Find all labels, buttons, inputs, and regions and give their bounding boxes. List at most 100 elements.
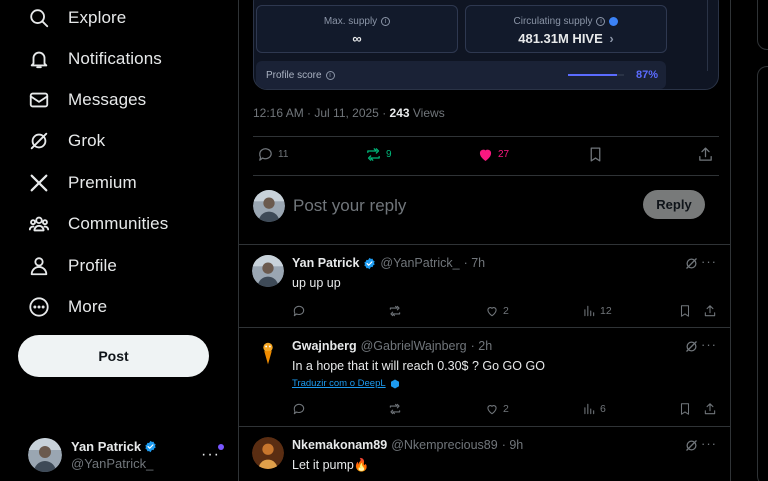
reply-composer: Post your reply Reply [253, 184, 719, 228]
timestamp[interactable]: · 9h [502, 438, 524, 452]
handle[interactable]: @Nkemprecious89 [391, 438, 497, 452]
timestamp[interactable]: · 7h [464, 256, 486, 270]
reply-input[interactable]: Post your reply [293, 196, 406, 216]
circulating-supply-box[interactable]: Circulating supply i 481.31M HIVE › [465, 5, 667, 53]
tweet-action-bar: 11 9 27 [253, 140, 719, 172]
share-action[interactable] [703, 400, 717, 418]
like-count: 2 [503, 403, 509, 415]
display-name[interactable]: Yan Patrick [292, 256, 359, 270]
right-sidebar-edge [757, 0, 768, 481]
envelope-icon [29, 92, 49, 108]
repost-action[interactable] [388, 302, 402, 320]
more-dots-icon[interactable]: ··· [701, 337, 717, 352]
reply-tweet[interactable]: Nkemakonam89 @Nkemprecious89 · 9h ··· Le… [239, 426, 731, 481]
info-icon: i [325, 70, 335, 80]
nav-label-profile: Profile [68, 256, 117, 275]
account-switcher[interactable]: Yan Patrick @YanPatrick_ ··· [18, 432, 228, 478]
bookmark-action[interactable] [587, 146, 604, 163]
reply-icon [293, 305, 305, 317]
repost-action[interactable] [388, 400, 402, 418]
avatar[interactable] [252, 437, 284, 469]
bookmark-icon [680, 403, 690, 415]
profile-score-label: Profile score [266, 69, 322, 81]
nav-label-notifications: Notifications [68, 49, 162, 68]
tweet-text: up up up [292, 276, 341, 290]
grok-icon[interactable] [684, 256, 699, 271]
display-name[interactable]: Nkemakonam89 [292, 438, 387, 452]
right-panel-card [757, 66, 768, 481]
like-count: 27 [498, 149, 510, 160]
max-supply-label: Max. supply [323, 16, 378, 27]
repost-action[interactable]: 9 [365, 146, 392, 163]
grok-icon[interactable] [684, 438, 699, 453]
circ-supply-label: Circulating supply [513, 16, 593, 27]
profile-score-pct: 87% [635, 69, 658, 81]
nav-item-grok[interactable]: Grok [18, 121, 115, 161]
people-icon [28, 216, 50, 232]
reply-button[interactable]: Reply [643, 190, 705, 219]
token-info-card[interactable]: Max. supply i ∞ Circulating supply i 481… [253, 0, 719, 90]
like-action[interactable]: 27 [477, 146, 509, 163]
share-icon [704, 403, 716, 415]
nav-item-profile[interactable]: Profile [18, 246, 127, 286]
share-action[interactable] [697, 146, 714, 163]
share-icon [704, 305, 716, 317]
account-name: Yan Patrick [71, 439, 142, 454]
handle[interactable]: @YanPatrick_ [380, 256, 459, 270]
tweet-meta: 12:16 AM · Jul 11, 2025 · 243 Views [253, 106, 445, 120]
tweet-header: Yan Patrick @YanPatrick_ · 7h [292, 256, 485, 270]
translate-label[interactable]: Traduzir com o DeepL [292, 378, 386, 389]
views-action[interactable]: 6 [582, 400, 606, 418]
more-dots-icon[interactable]: ··· [701, 436, 717, 451]
views-action[interactable]: 12 [582, 302, 612, 320]
verified-badge-icon [364, 257, 376, 269]
avatar[interactable] [252, 338, 284, 370]
profile-score-fill [568, 74, 617, 76]
bookmark-icon [680, 305, 690, 317]
post-button[interactable]: Post [18, 335, 209, 377]
like-action[interactable]: 2 [485, 302, 509, 320]
more-dots-icon[interactable]: ··· [201, 446, 220, 464]
max-supply-box: Max. supply i ∞ [256, 5, 458, 53]
card-divider [707, 0, 708, 71]
grok-icon [30, 132, 48, 150]
heart-icon [479, 149, 492, 161]
translate-link[interactable]: Traduzir com o DeepL [292, 378, 400, 389]
account-name-row: Yan Patrick [71, 439, 157, 454]
bell-icon [30, 51, 48, 69]
handle[interactable]: @GabrielWajnberg [361, 339, 467, 353]
nav-label-communities: Communities [68, 214, 169, 233]
share-action[interactable] [703, 302, 717, 320]
bookmark-action[interactable] [678, 400, 692, 418]
bookmark-action[interactable] [678, 302, 692, 320]
avatar[interactable] [252, 255, 284, 287]
reply-action[interactable] [292, 400, 306, 418]
nav-label-grok: Grok [68, 131, 106, 150]
divider [253, 136, 719, 137]
tweet-timestamp[interactable]: 12:16 AM · Jul 11, 2025 · [253, 106, 390, 120]
nav-item-communities[interactable]: Communities [18, 204, 178, 244]
grok-icon[interactable] [684, 339, 699, 354]
heart-icon [487, 405, 497, 415]
display-name[interactable]: Gwajnberg [292, 339, 357, 353]
reply-action[interactable]: 11 [257, 146, 288, 163]
reply-icon [293, 403, 305, 415]
nav-item-explore[interactable]: Explore [18, 0, 136, 38]
nav-item-notifications[interactable]: Notifications [18, 39, 172, 79]
more-dots-icon[interactable]: ··· [701, 254, 717, 269]
reply-tweet[interactable]: Yan Patrick @YanPatrick_ · 7h ··· up up … [239, 244, 731, 328]
timestamp[interactable]: · 2h [471, 339, 493, 353]
repost-count: 9 [386, 149, 392, 160]
more-circle-icon [29, 297, 49, 317]
nav-item-premium[interactable]: Premium [18, 163, 147, 203]
analytics-icon [584, 305, 595, 317]
search-icon [30, 9, 49, 28]
nav-item-more[interactable]: More [18, 287, 117, 327]
reply-action[interactable] [292, 302, 306, 320]
nav-item-messages[interactable]: Messages [18, 80, 156, 120]
views-count: 243 [389, 106, 410, 120]
share-icon [699, 147, 712, 161]
sidebar-nav: Explore Notifications Messages Grok Prem… [0, 0, 238, 481]
reply-tweet[interactable]: Gwajnberg @GabrielWajnberg · 2h ··· In a… [239, 327, 731, 427]
like-action[interactable]: 2 [485, 400, 509, 418]
